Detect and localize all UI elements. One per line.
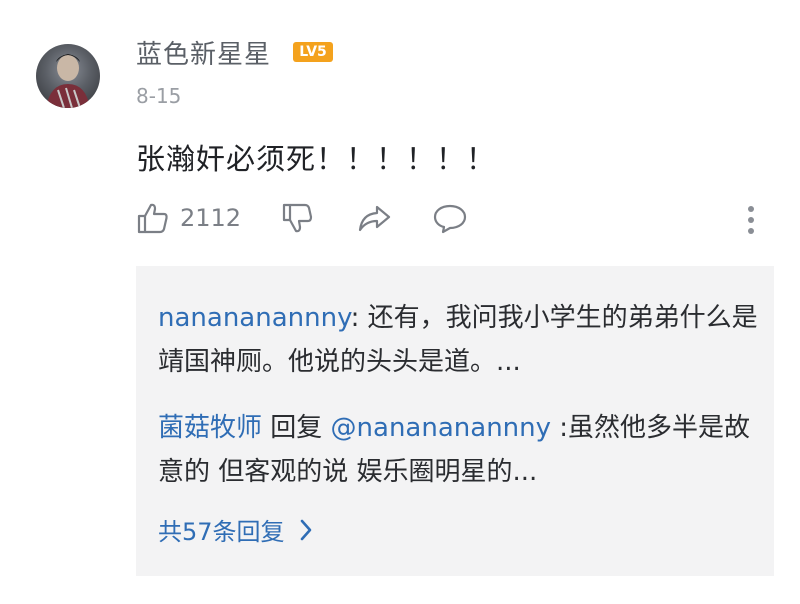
reply-word: 回复: [262, 413, 331, 443]
like-count: 2112: [180, 204, 242, 232]
view-all-replies-label: 共57条回复: [158, 518, 285, 546]
reply-author[interactable]: nanananannny: [158, 303, 351, 333]
comment-text: 张瀚奸必须死！！！！！！: [136, 142, 497, 176]
reply-button[interactable]: [432, 198, 468, 238]
avatar[interactable]: [36, 44, 100, 108]
level-badge: LV5: [293, 42, 333, 62]
chevron-right-icon: [300, 519, 311, 540]
reply-target[interactable]: @nanananannny: [331, 413, 551, 443]
reply-bubble-icon: [433, 204, 467, 234]
reply-item[interactable]: nanananannny: 还有，我问我小学生的弟弟什么是靖国神厕。他说的头头是…: [158, 296, 758, 384]
share-button[interactable]: [356, 198, 392, 238]
more-dots-icon: [748, 206, 754, 212]
view-all-replies-link[interactable]: 共57条回复: [158, 512, 313, 547]
like-button[interactable]: 2112: [136, 198, 241, 238]
share-icon: [358, 205, 391, 232]
username[interactable]: 蓝色新星星: [136, 34, 271, 71]
thumbs-up-icon: [137, 203, 168, 234]
thumbs-down-icon: [282, 203, 313, 233]
replies-preview[interactable]: nanananannny: 还有，我问我小学生的弟弟什么是靖国神厕。他说的头头是…: [136, 266, 774, 576]
reply-author[interactable]: 菌菇牧师: [158, 413, 262, 443]
comment-date: 8-15: [136, 84, 182, 108]
more-options-button[interactable]: [743, 204, 759, 236]
reply-separator: :: [350, 303, 368, 333]
dislike-button[interactable]: [280, 198, 314, 238]
reply-item[interactable]: 菌菇牧师 回复 @nanananannny :虽然他多半是故意的 但客观的说 娱…: [158, 406, 758, 494]
